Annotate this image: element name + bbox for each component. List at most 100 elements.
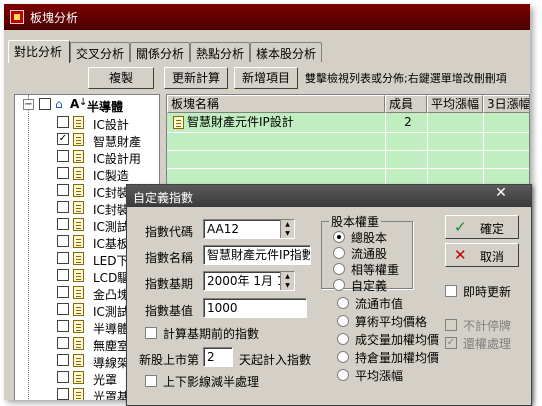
cancel-button[interactable]: ✕ 取消 (445, 243, 519, 267)
tree-item-label: IC製造 (93, 169, 129, 183)
calc-before-base-checkbox[interactable] (145, 327, 157, 339)
tab-cross[interactable]: 交叉分析 (70, 42, 130, 62)
method-radio[interactable] (337, 297, 349, 309)
tree-item-checkbox[interactable] (57, 201, 69, 213)
tree-item[interactable]: ✓ 智慧財產 (15, 132, 161, 149)
document-icon (73, 167, 84, 180)
cross-icon: ✕ (454, 246, 467, 264)
custom-index-dialog: 自定義指數 ✕ 指數代碼 AA12 ▲ ▼ 指數名稱 智慧財產元件IP指數 指數基… (126, 184, 532, 406)
tree-item-checkbox[interactable] (57, 150, 69, 162)
grid-line (167, 168, 529, 169)
weight-group-title: 股本權重 (329, 213, 382, 230)
index-code-field[interactable]: AA12 ▲ ▼ (203, 219, 295, 239)
tree-item-checkbox[interactable] (57, 303, 69, 315)
tree-item-checkbox[interactable] (57, 354, 69, 366)
tree-item-checkbox[interactable] (57, 337, 69, 349)
tab-relation[interactable]: 關係分析 (130, 42, 190, 62)
document-icon (73, 133, 84, 146)
document-icon (73, 218, 84, 231)
tree-item-checkbox[interactable]: ✓ (57, 133, 69, 145)
tree-item-checkbox[interactable] (57, 269, 69, 281)
tree-item-label: 智慧財產 (93, 135, 142, 149)
tab-sample-stock[interactable]: 樣本股分析 (250, 42, 322, 62)
grid-vline (427, 113, 428, 193)
method-radio-label: 流通市值 (355, 297, 404, 311)
grid-line (167, 150, 529, 151)
weight-radio[interactable] (333, 263, 345, 275)
col-header-avg-change[interactable]: 平均漲幅 (427, 95, 483, 113)
col-header-members[interactable]: 成員 (385, 95, 427, 113)
tree-root[interactable]: − ⌂ A ↓ 半導體 (15, 97, 161, 114)
tree-item-checkbox[interactable] (57, 116, 69, 128)
document-icon (73, 371, 84, 384)
exclude-suspended-checkbox[interactable] (445, 319, 457, 331)
code-spinner[interactable]: ▲ ▼ (280, 220, 294, 238)
tree-item-checkbox[interactable] (57, 252, 69, 264)
weight-radio[interactable] (333, 247, 345, 259)
base-date-label: 指數基期 (145, 277, 194, 291)
copy-button[interactable]: 複製 (88, 67, 154, 89)
tree-item[interactable]: IC製造 (15, 166, 161, 183)
tree-item-checkbox[interactable] (57, 218, 69, 230)
toolbar-hint: 雙擊檢視列表或分佈;右鍵選單增改刪刪項 (305, 72, 507, 85)
dialog-title: 自定義指數 (133, 191, 194, 205)
close-icon[interactable]: ✕ (480, 185, 522, 203)
date-spinner[interactable]: ▲ ▼ (280, 272, 294, 290)
tree-item[interactable]: IC設計 (15, 115, 161, 132)
tree-item-label: IC設計用 (93, 152, 141, 166)
weight-radio[interactable] (333, 279, 345, 291)
tree-item-checkbox[interactable] (57, 286, 69, 298)
dampen-label: 上下影線減半處理 (163, 375, 260, 389)
app-icon (10, 10, 24, 24)
tree-item-label: IC測試 (93, 220, 129, 234)
realtime-checkbox[interactable] (445, 285, 457, 297)
tree-item-label: 光罩基 (93, 390, 130, 400)
method-radio[interactable] (337, 315, 349, 327)
new-listing-suffix: 天起計入指數 (239, 353, 312, 367)
method-radio[interactable] (337, 333, 349, 345)
root-checkbox[interactable] (39, 98, 51, 110)
tab-hotspot[interactable]: 熱點分析 (190, 42, 250, 62)
tab-strip: 對比分析 交叉分析 關係分析 熱點分析 樣本股分析 (4, 40, 530, 64)
recalc-button[interactable]: 更新計算 (164, 67, 228, 89)
check-icon: ✓ (454, 218, 467, 236)
weight-radio[interactable] (333, 231, 345, 243)
tree-item-checkbox[interactable] (57, 167, 69, 179)
col-header-name[interactable]: 板塊名稱 (167, 95, 385, 113)
ok-button[interactable]: ✓ 確定 (445, 215, 519, 239)
tree-item-label: IC封裝 (93, 203, 129, 217)
tree-item-checkbox[interactable] (57, 235, 69, 247)
tree-item-checkbox[interactable] (57, 320, 69, 332)
method-radio[interactable] (337, 369, 349, 381)
add-item-button[interactable]: 新增項目 (234, 67, 298, 89)
restore-weight-label: 還權處理 (463, 337, 512, 351)
method-radio[interactable] (337, 351, 349, 363)
dampen-checkbox[interactable] (145, 375, 157, 387)
tab-compare[interactable]: 對比分析 (8, 40, 70, 63)
dialog-title-bar: 自定義指數 ✕ (127, 185, 531, 207)
col-header-3day-change[interactable]: 3日漲幅 (483, 95, 529, 113)
document-icon (73, 303, 84, 316)
index-code-label: 指數代碼 (145, 225, 194, 239)
index-name-field[interactable]: 智慧財產元件IP指數 (203, 245, 311, 265)
tree-item-checkbox[interactable] (57, 388, 69, 400)
document-icon (73, 320, 84, 333)
base-date-field[interactable]: 2000年 1月 1日 ▲ ▼ (203, 271, 295, 291)
new-listing-days-field[interactable]: 2 (203, 347, 233, 367)
restore-weight-checkbox[interactable]: ✓ (445, 337, 457, 349)
tree-item-checkbox[interactable] (57, 371, 69, 383)
base-value-field[interactable]: 1000 (203, 298, 307, 318)
tree-item[interactable]: IC設計用 (15, 149, 161, 166)
document-icon (73, 150, 84, 163)
weight-radio-label: 總股本 (351, 231, 388, 245)
window-title: 板塊分析 (30, 11, 79, 25)
document-icon (73, 116, 84, 129)
collapse-icon[interactable]: − (23, 99, 34, 110)
sector-grid[interactable]: 板塊名稱 成員 平均漲幅 3日漲幅 智慧財產元件IP設計 2 (166, 94, 530, 194)
tree-item-checkbox[interactable] (57, 184, 69, 196)
tree-item-label: 金凸塊 (93, 288, 130, 302)
tree-item-label: IC測試 (93, 305, 129, 319)
method-radio-label: 算術平均價格 (355, 315, 428, 329)
tree-item-label: IC基板 (93, 237, 129, 251)
index-name-label: 指數名稱 (145, 251, 194, 265)
